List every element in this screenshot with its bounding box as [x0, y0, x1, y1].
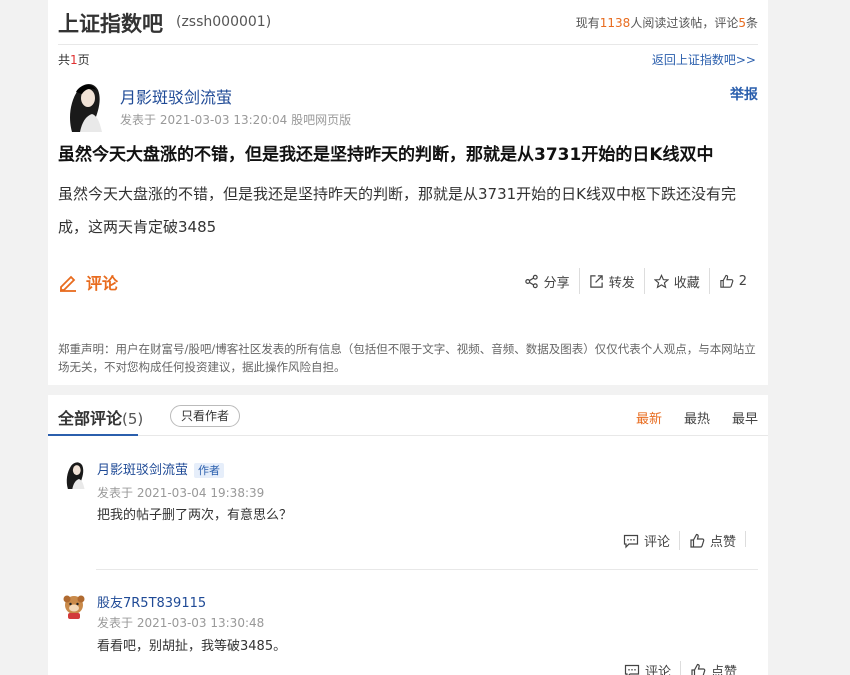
- share-label: 分享: [543, 275, 570, 291]
- thumbs-up-icon: [720, 274, 734, 288]
- chat-icon: [624, 664, 640, 675]
- forward-label: 转发: [608, 275, 635, 291]
- comment-author-line: 月影斑驳剑流萤 作者: [97, 459, 225, 478]
- read-stats: 现有1138人阅读过该帖，评论5条: [575, 16, 758, 30]
- post-actions: 分享 转发 收藏 2: [515, 268, 756, 294]
- favorite-label: 收藏: [673, 275, 700, 291]
- comment-meta: 发表于 2021-03-03 13:30:48: [97, 616, 265, 630]
- disclaimer: 郑重声明：用户在财富号/股吧/博客社区发表的所有信息（包括但不限于文字、视频、音…: [58, 342, 756, 374]
- sort-hottest[interactable]: 最热: [684, 408, 710, 427]
- thumbs-up-icon: [691, 663, 706, 675]
- comment-author-line: 股友7R5T839115: [97, 592, 206, 611]
- action-divider: [745, 531, 746, 547]
- sort-tabs: 最新 最热 最早: [636, 408, 758, 427]
- comment-divider: [96, 569, 758, 570]
- favorite-button[interactable]: 收藏: [643, 268, 709, 294]
- commenter-avatar[interactable]: [60, 459, 88, 489]
- comment-author-name[interactable]: 股友7R5T839115: [97, 596, 206, 611]
- post-author-name[interactable]: 月影斑驳剑流萤: [120, 84, 232, 108]
- pagination: 共1页: [58, 53, 90, 67]
- only-author-button[interactable]: 只看作者: [170, 405, 241, 427]
- comment-actions: 评论 点赞: [615, 661, 746, 675]
- sort-oldest[interactable]: 最早: [732, 408, 758, 427]
- active-tab-underline: [48, 434, 138, 436]
- comment-reply-button[interactable]: 评论: [614, 531, 679, 550]
- sort-newest[interactable]: 最新: [636, 408, 662, 427]
- reader-count: 1138: [599, 16, 631, 30]
- comment-text: 看看吧，别胡扯，我等破3485。: [97, 639, 287, 654]
- share-icon: [524, 274, 538, 288]
- like-button[interactable]: 2: [708, 268, 756, 294]
- pencil-icon: [60, 275, 76, 292]
- like-count: 2: [738, 273, 747, 289]
- comment-meta: 发表于 2021-03-04 19:38:39: [97, 486, 265, 500]
- comment-reply-button[interactable]: 评论: [615, 661, 680, 675]
- post-meta: 发表于 2021-03-03 13:20:04 股吧网页版: [120, 113, 352, 127]
- commenter-avatar[interactable]: [60, 592, 88, 622]
- forward-icon: [589, 274, 603, 288]
- chat-icon: [623, 534, 639, 548]
- comment-like-button[interactable]: 点赞: [679, 661, 746, 675]
- share-button[interactable]: 分享: [515, 268, 579, 294]
- author-avatar[interactable]: [58, 78, 108, 132]
- comment-like-button[interactable]: 点赞: [678, 531, 745, 550]
- divider: [58, 44, 758, 45]
- comment-author-name[interactable]: 月影斑驳剑流萤: [97, 463, 188, 478]
- star-icon: [653, 273, 669, 288]
- comment-actions: 评论 点赞: [614, 531, 746, 550]
- comment-button-label: 评论: [86, 274, 119, 293]
- report-button[interactable]: 举报: [730, 84, 758, 104]
- back-to-bar-link[interactable]: 返回上证指数吧>>: [652, 51, 756, 68]
- thumbs-up-icon: [690, 533, 705, 548]
- tab-divider: [48, 435, 768, 436]
- post-title: 虽然今天大盘涨的不错，但是我还是坚持昨天的判断，那就是从3731开始的日K线双中: [58, 145, 714, 165]
- bar-code: (zssh000001): [176, 14, 272, 30]
- post-panel: 上证指数吧 (zssh000001) 现有1138人阅读过该帖，评论5条 共1页…: [48, 0, 768, 385]
- all-comments-count: (5): [122, 410, 144, 428]
- bar-title[interactable]: 上证指数吧: [58, 8, 163, 38]
- comment-text: 把我的帖子删了两次，有意思么？: [97, 508, 293, 523]
- comment-count: 5: [738, 16, 746, 30]
- author-badge: 作者: [194, 463, 225, 478]
- all-comments-title: 全部评论(5): [58, 409, 144, 428]
- comment-button[interactable]: 评论: [58, 270, 118, 294]
- post-body: 虽然今天大盘涨的不错，但是我还是坚持昨天的判断，那就是从3731开始的日K线双中…: [58, 185, 737, 236]
- forward-button[interactable]: 转发: [578, 268, 644, 294]
- comments-panel: 全部评论(5) 只看作者 最新 最热 最早 月影斑驳剑流萤 作者 发表于 2021…: [48, 395, 768, 675]
